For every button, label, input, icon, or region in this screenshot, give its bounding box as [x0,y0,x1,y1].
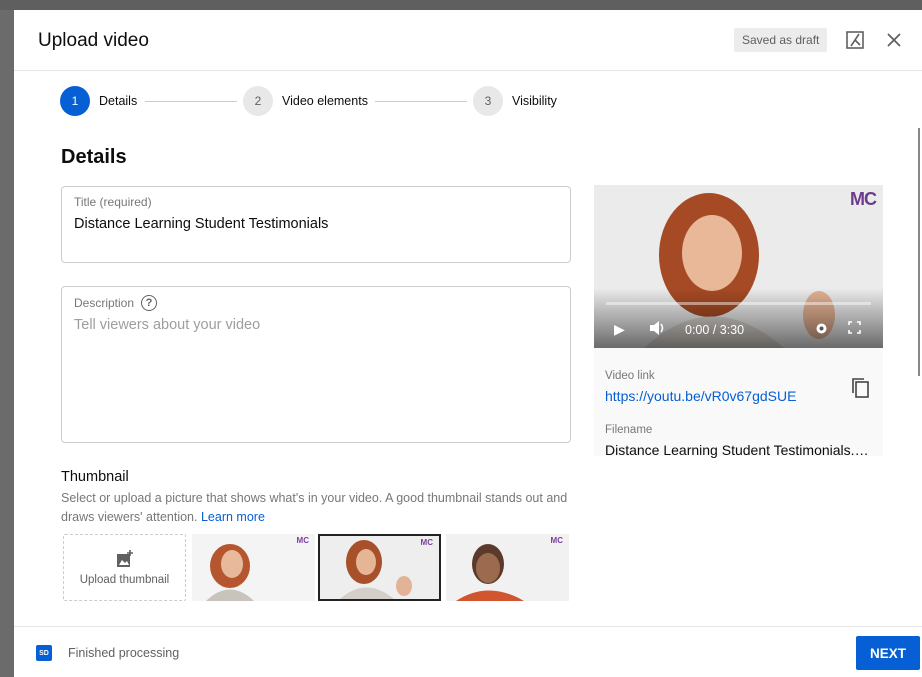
upload-thumbnail-label: Upload thumbnail [79,573,170,586]
processing-status: Finished processing [68,646,180,660]
step-label: Video elements [282,94,368,108]
video-preview-card: MC ▶ 0:00 / 3:30 Video link https://yout… [594,185,883,458]
thumbnail-watermark: MC [420,538,433,547]
thumbnail-description-text: Select or upload a picture that shows wh… [61,491,568,524]
play-icon[interactable]: ▶ [614,321,625,338]
description-field[interactable]: Description ? Tell viewers about your vi… [61,286,571,443]
video-link[interactable]: https://youtu.be/vR0v67gdSUE [605,388,796,404]
help-icon[interactable]: ? [141,295,158,311]
step-number: 2 [243,86,273,116]
thumbnail-description: Select or upload a picture that shows wh… [61,489,571,527]
progress-bar[interactable] [606,302,871,305]
scrollbar[interactable] [918,128,920,376]
step-label: Visibility [512,94,557,108]
thumbnail-watermark: MC [550,536,563,545]
description-field-label: Description [74,296,135,310]
thumbnail-option[interactable]: MC [446,534,569,601]
thumbnail-heading: Thumbnail [61,469,129,485]
draft-status-badge: Saved as draft [734,28,828,52]
thumbnail-option[interactable]: MC [192,534,315,601]
video-time: 0:00 / 3:30 [685,323,745,337]
title-field-value[interactable]: Distance Learning Student Testimonials [74,216,328,232]
volume-icon[interactable] [649,321,667,338]
dialog-header: Upload video Saved as draft [14,10,922,71]
next-button[interactable]: NEXT [856,636,920,670]
dialog-title: Upload video [38,30,149,51]
title-field-label: Title (required) [74,195,152,209]
video-player[interactable]: MC ▶ 0:00 / 3:30 [594,185,883,348]
settings-icon[interactable] [814,321,829,339]
backdrop [0,0,922,10]
step-visibility[interactable]: 3 Visibility [473,86,557,116]
description-placeholder[interactable]: Tell viewers about your video [74,317,260,333]
step-details[interactable]: 1 Details [60,86,137,116]
description-field-label-row: Description ? [74,295,158,311]
sd-icon: SD [36,645,52,661]
copy-icon[interactable] [849,377,871,399]
step-video-elements[interactable]: 2 Video elements [243,86,368,116]
step-connector [145,101,237,102]
filename-label: Filename [605,424,653,436]
step-connector [375,101,467,102]
learn-more-link[interactable]: Learn more [201,510,265,524]
add-photo-icon [116,549,133,567]
feedback-icon[interactable] [842,27,868,53]
step-label: Details [99,94,138,108]
step-number: 3 [473,86,503,116]
dialog-footer: SD Finished processing NEXT [14,626,922,677]
video-link-label: Video link [605,370,655,382]
upload-stepper: 1 Details 2 Video elements 3 Visibility [60,86,580,116]
thumbnail-option-selected[interactable]: MC [318,534,441,601]
video-watermark: MC [850,189,877,209]
fullscreen-icon[interactable] [848,321,861,337]
details-heading: Details [61,146,127,168]
video-controls: ▶ 0:00 / 3:30 [594,288,883,348]
step-number: 1 [60,86,90,116]
title-field[interactable]: Title (required) Distance Learning Stude… [61,186,571,263]
upload-dialog: Upload video Saved as draft 1 Details 2 … [14,10,922,677]
upload-thumbnail-button[interactable]: Upload thumbnail [63,534,186,601]
thumbnail-watermark: MC [296,536,309,545]
filename-value: Distance Learning Student Testimonials.m… [605,442,873,458]
close-icon[interactable] [881,27,907,53]
